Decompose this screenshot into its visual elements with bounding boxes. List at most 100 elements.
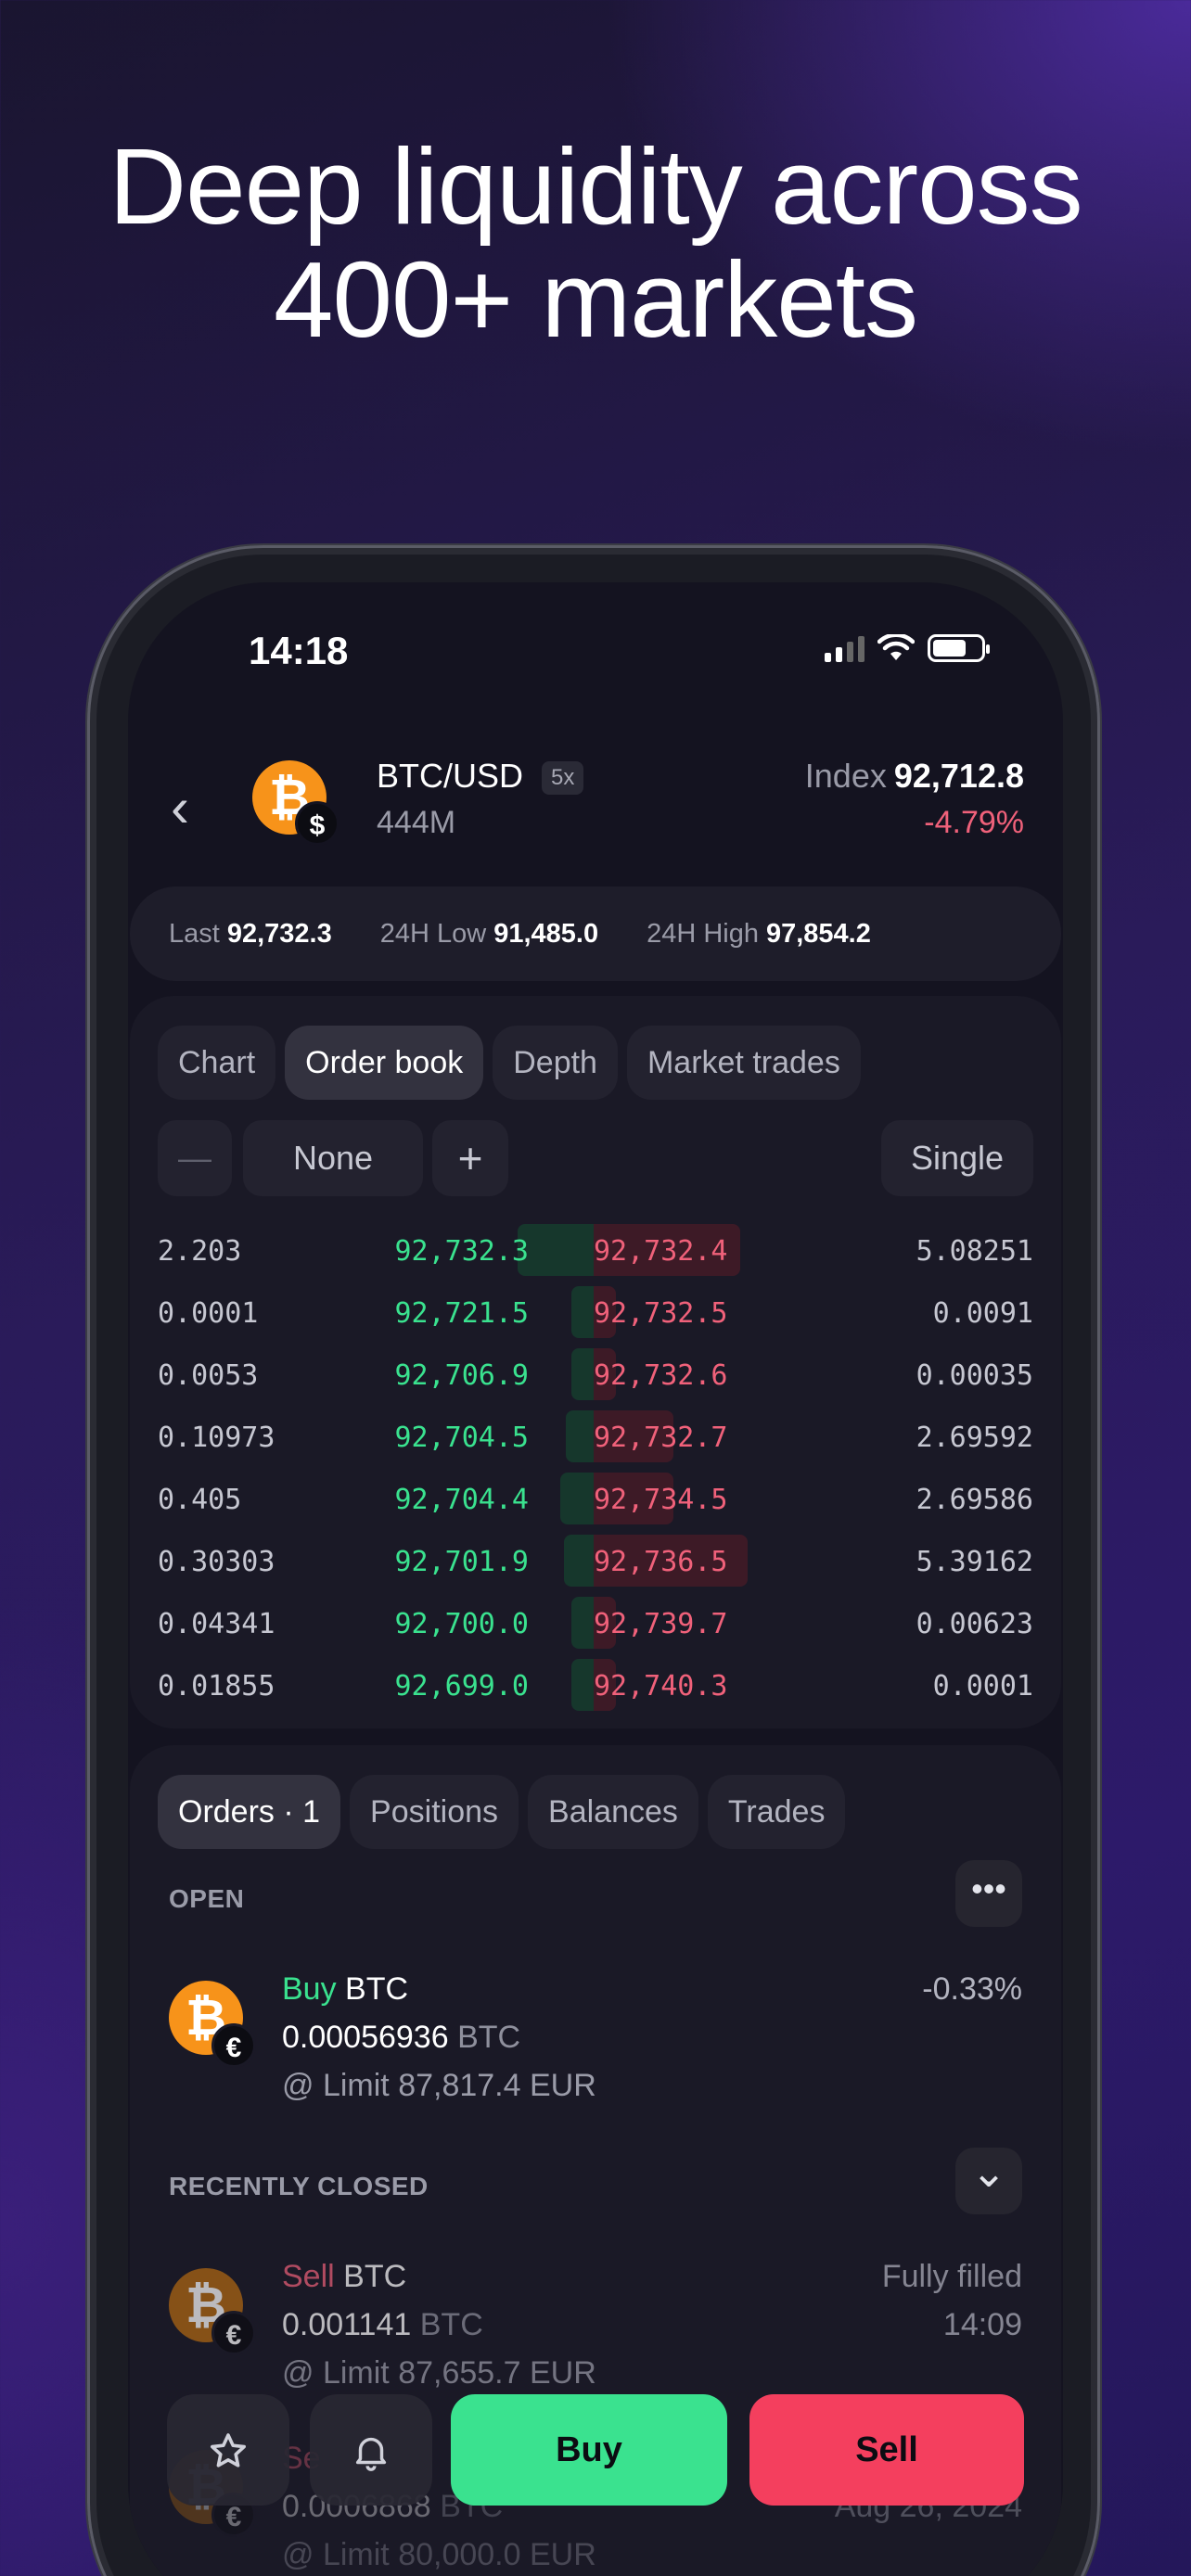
order-asset: BTC	[345, 1971, 409, 2007]
stat-high-value: 97,854.2	[765, 918, 871, 949]
closed-order-item[interactable]: ₿ € Sell BTC 0.001141 BTC @ Limit 87,655.…	[169, 2259, 1022, 2407]
btc-coin-icon: ₿€	[169, 2268, 256, 2355]
status-icons	[825, 634, 990, 662]
order-amount-value: 0.001141	[282, 2307, 412, 2342]
bid-quantity: 2.203	[158, 1235, 242, 1268]
bid-quantity: 0.405	[158, 1484, 242, 1516]
order-book-row[interactable]: 0.30303 92,701.9 92,736.5 5.39162	[158, 1529, 1033, 1591]
tab-order-book[interactable]: Order book	[285, 1026, 484, 1100]
order-change: -0.33%	[922, 1971, 1022, 2007]
sell-button[interactable]: Sell	[749, 2394, 1024, 2506]
tab-positions[interactable]: Positions	[350, 1775, 519, 1849]
tab-market-trades[interactable]: Market trades	[626, 1026, 861, 1100]
open-section-label: OPEN	[169, 1884, 245, 1913]
order-book-row[interactable]: 0.405 92,704.4 92,734.5 2.69586	[158, 1467, 1033, 1529]
stat-last-value: 92,732.3	[226, 918, 332, 949]
order-amount-unit: BTC	[419, 2307, 483, 2342]
back-chevron-icon[interactable]: ‹	[171, 775, 189, 839]
order-amount-value: 0.00056936	[282, 2020, 449, 2055]
status-bar: 14:18	[128, 582, 1063, 721]
stat-high-label: 24H High	[647, 918, 759, 949]
bid-quantity: 0.0053	[158, 1359, 259, 1392]
bid-depth-bar	[566, 1410, 594, 1462]
battery-icon	[928, 634, 990, 662]
ask-price: 92,732.5	[594, 1297, 728, 1330]
increase-grouping-button[interactable]: +	[432, 1120, 508, 1196]
order-limit: @ Limit 87,817.4 EUR	[282, 2068, 596, 2103]
eur-badge-icon: €	[211, 2311, 256, 2355]
wifi-icon	[877, 634, 915, 660]
bid-price: 92,699.0	[394, 1670, 530, 1702]
ask-quantity: 0.00035	[916, 1359, 1033, 1392]
ask-quantity: 0.0001	[932, 1670, 1033, 1702]
order-asset: BTC	[343, 2259, 407, 2294]
tab-trades[interactable]: Trades	[707, 1775, 846, 1849]
view-mode-button[interactable]: Single	[881, 1120, 1033, 1196]
order-book-row[interactable]: 0.01855 92,699.0 92,740.3 0.0001	[158, 1653, 1033, 1715]
bid-depth-bar	[564, 1535, 594, 1587]
headline-line-2: 400+ markets	[273, 239, 918, 360]
order-book-row[interactable]: 0.04341 92,700.0 92,739.7 0.00623	[158, 1591, 1033, 1653]
ask-quantity: 0.00623	[916, 1608, 1033, 1640]
bid-price: 92,706.9	[394, 1359, 530, 1392]
ask-price: 92,734.5	[594, 1484, 728, 1516]
stat-low: 24H Low 91,485.0	[380, 919, 598, 950]
ask-price: 92,740.3	[594, 1670, 728, 1702]
tab-orders[interactable]: Orders · 1	[158, 1775, 341, 1849]
decrease-grouping-button[interactable]: —	[158, 1120, 232, 1196]
bid-price: 92,704.4	[394, 1484, 530, 1516]
price-change: -4.79%	[924, 805, 1024, 840]
bid-price: 92,704.5	[394, 1422, 530, 1454]
leverage-badge: 5x	[542, 761, 584, 796]
star-icon[interactable]	[167, 2394, 289, 2506]
tab-depth[interactable]: Depth	[493, 1026, 618, 1100]
order-book-row[interactable]: 0.0053 92,706.9 92,732.6 0.00035	[158, 1343, 1033, 1405]
bid-price: 92,732.3	[394, 1235, 530, 1268]
order-time: 14:09	[942, 2307, 1022, 2342]
order-status: Fully filled	[881, 2259, 1022, 2294]
usd-badge-icon: $	[295, 801, 339, 846]
pair-title[interactable]: BTC/USD 5x	[377, 757, 584, 796]
more-options-icon[interactable]: •••	[955, 1860, 1022, 1927]
order-book-row[interactable]: 0.0001 92,721.5 92,732.5 0.0091	[158, 1281, 1033, 1343]
open-order-item[interactable]: ₿ € Buy BTC 0.00056936 BTC @ Limit 87,817…	[169, 1971, 1022, 2120]
buy-button[interactable]: Buy	[451, 2394, 727, 2506]
volume: 444M	[377, 805, 456, 840]
order-amount-unit: BTC	[457, 2020, 521, 2055]
chevron-down-icon[interactable]: ⌄	[955, 2148, 1022, 2214]
app-screen: 14:18 ‹ ₿ $ BTC/USD 5x 444M Index 92,712.…	[128, 582, 1063, 2576]
bid-depth-bar	[560, 1473, 594, 1524]
stat-low-label: 24H Low	[379, 918, 487, 949]
eur-badge-icon: €	[211, 2023, 256, 2068]
tab-balances[interactable]: Balances	[528, 1775, 698, 1849]
bell-icon-glyph	[355, 2438, 387, 2472]
order-side: Sell	[282, 2259, 335, 2294]
index-price: Index 92,712.8	[805, 757, 1024, 796]
stats-strip: Last 92,732.3 24H Low 91,485.0 24H High 97,…	[130, 886, 1061, 981]
tab-chart[interactable]: Chart	[158, 1026, 276, 1100]
stat-last-label: Last	[169, 918, 220, 949]
bid-quantity: 0.01855	[158, 1670, 275, 1702]
grouping-select[interactable]: None	[243, 1120, 423, 1196]
order-title: Buy BTC	[282, 1971, 408, 2008]
bid-depth-bar	[571, 1286, 594, 1338]
market-header: ‹ ₿ $ BTC/USD 5x 444M Index 92,712.8 -4.7…	[128, 749, 1063, 861]
ask-price: 92,739.7	[594, 1608, 728, 1640]
bid-price: 92,701.9	[394, 1546, 530, 1578]
order-book-row[interactable]: 2.203 92,732.3 92,732.4 5.08251	[158, 1218, 1033, 1281]
bid-quantity: 0.10973	[158, 1422, 275, 1454]
order-amount: 0.00056936 BTC	[282, 2020, 520, 2056]
order-book-row[interactable]: 0.10973 92,704.5 92,732.7 2.69592	[158, 1405, 1033, 1467]
recently-closed-label: RECENTLY CLOSED	[169, 2172, 429, 2200]
ask-price: 92,732.6	[594, 1359, 728, 1392]
headline: Deep liquidity across 400+ markets	[0, 130, 1191, 356]
pair-name: BTC/USD	[377, 757, 524, 795]
stat-low-value: 91,485.0	[493, 918, 599, 949]
index-label: Index	[804, 757, 887, 795]
ask-quantity: 5.08251	[916, 1235, 1033, 1268]
view-tabs: Chart Order book Depth Market trades	[158, 1026, 861, 1100]
bid-depth-bar	[571, 1597, 594, 1649]
bell-icon[interactable]	[310, 2394, 432, 2506]
stat-last: Last 92,732.3	[169, 919, 332, 950]
ask-quantity: 2.69592	[916, 1422, 1033, 1454]
